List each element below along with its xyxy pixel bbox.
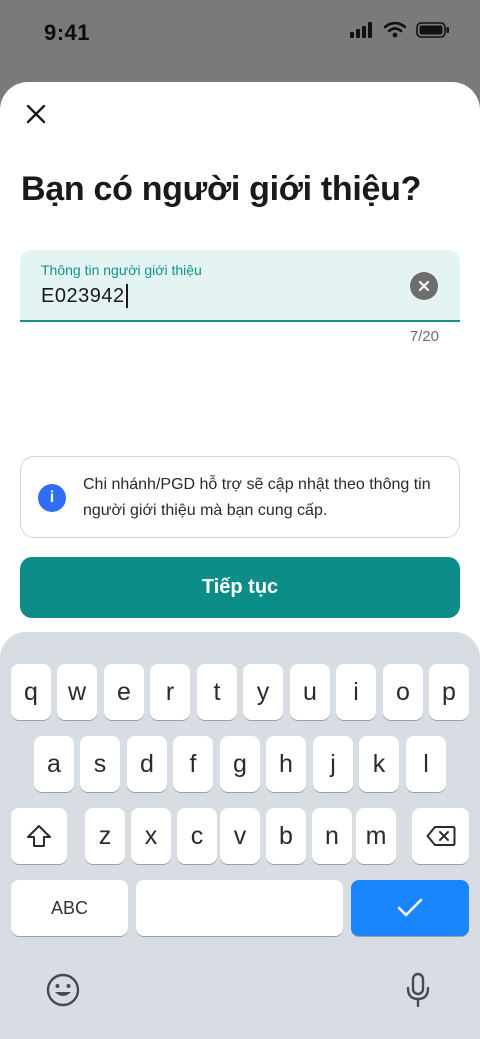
status-bar: 9:41 bbox=[0, 0, 480, 64]
key-v[interactable]: v bbox=[220, 808, 260, 864]
text-caret bbox=[125, 284, 128, 308]
key-q[interactable]: q bbox=[11, 664, 51, 720]
battery-icon bbox=[416, 22, 449, 38]
wifi-icon bbox=[384, 22, 406, 38]
key-l[interactable]: l bbox=[406, 736, 446, 792]
emoji-button[interactable] bbox=[43, 970, 83, 1010]
key-e[interactable]: e bbox=[104, 664, 144, 720]
space-key[interactable] bbox=[136, 880, 343, 936]
on-screen-keyboard: q w e r t y u i o p a s d f g h j k l z … bbox=[0, 632, 480, 1039]
key-o[interactable]: o bbox=[383, 664, 423, 720]
key-u[interactable]: u bbox=[290, 664, 330, 720]
key-j[interactable]: j bbox=[313, 736, 353, 792]
emoji-icon bbox=[46, 973, 80, 1007]
keyboard-row-2: a s d f g h j k l bbox=[0, 736, 480, 792]
key-p[interactable]: p bbox=[429, 664, 469, 720]
checkmark-icon bbox=[397, 898, 423, 917]
info-notice-text: Chi nhánh/PGD hỗ trợ sẽ cập nhật theo th… bbox=[83, 476, 431, 519]
key-h[interactable]: h bbox=[266, 736, 306, 792]
key-f[interactable]: f bbox=[173, 736, 213, 792]
clear-icon bbox=[418, 280, 430, 292]
key-n[interactable]: n bbox=[312, 808, 352, 864]
keyboard-row-4: ABC bbox=[0, 880, 480, 936]
key-s[interactable]: s bbox=[80, 736, 120, 792]
key-i[interactable]: i bbox=[336, 664, 376, 720]
referrer-input-value[interactable]: E023942 bbox=[41, 284, 128, 308]
key-t[interactable]: t bbox=[197, 664, 237, 720]
key-m[interactable]: m bbox=[356, 808, 396, 864]
status-time: 9:41 bbox=[44, 20, 91, 45]
clear-input-button[interactable] bbox=[410, 272, 438, 300]
close-button[interactable] bbox=[20, 98, 52, 130]
character-counter: 7/20 bbox=[409, 328, 439, 345]
key-y[interactable]: y bbox=[243, 664, 283, 720]
dictation-button[interactable] bbox=[398, 970, 438, 1010]
abc-key[interactable]: ABC bbox=[11, 880, 128, 936]
done-key[interactable] bbox=[351, 880, 469, 936]
status-icons bbox=[350, 22, 450, 38]
continue-button[interactable]: Tiếp tục bbox=[20, 557, 460, 618]
key-x[interactable]: x bbox=[131, 808, 171, 864]
key-w[interactable]: w bbox=[57, 664, 97, 720]
referrer-input-text: E023942 bbox=[41, 284, 125, 307]
info-notice: i Chi nhánh/PGD hỗ trợ sẽ cập nhật theo … bbox=[20, 456, 460, 538]
backspace-icon bbox=[426, 826, 455, 846]
keyboard-row-1: q w e r t y u i o p bbox=[0, 664, 480, 720]
signal-icon bbox=[350, 22, 372, 38]
microphone-icon bbox=[406, 972, 430, 1008]
key-c[interactable]: c bbox=[177, 808, 217, 864]
close-icon bbox=[26, 104, 46, 124]
key-g[interactable]: g bbox=[220, 736, 260, 792]
referrer-input-label: Thông tin người giới thiệu bbox=[41, 262, 202, 278]
shift-icon bbox=[27, 825, 51, 847]
key-z[interactable]: z bbox=[85, 808, 125, 864]
key-r[interactable]: r bbox=[150, 664, 190, 720]
key-d[interactable]: d bbox=[127, 736, 167, 792]
key-b[interactable]: b bbox=[266, 808, 306, 864]
shift-key[interactable] bbox=[11, 808, 67, 864]
key-k[interactable]: k bbox=[359, 736, 399, 792]
keyboard-row-3: z x c v b n m bbox=[0, 808, 480, 864]
backspace-key[interactable] bbox=[412, 808, 469, 864]
key-a[interactable]: a bbox=[34, 736, 74, 792]
referrer-input[interactable]: Thông tin người giới thiệu E023942 bbox=[20, 250, 460, 322]
page-title: Bạn có người giới thiệu? bbox=[21, 170, 422, 208]
info-icon: i bbox=[38, 484, 66, 512]
